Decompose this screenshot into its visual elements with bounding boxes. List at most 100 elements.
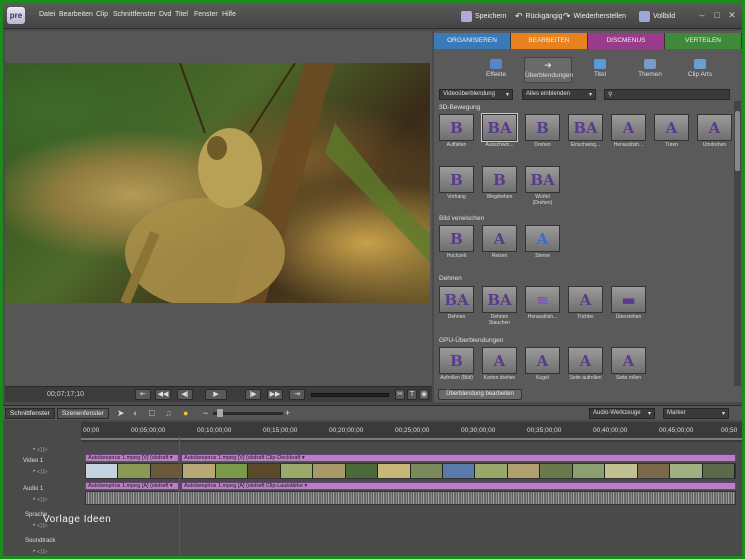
chevron-down-icon: ▾	[505, 92, 509, 98]
transition-item[interactable]: A Türen	[654, 114, 689, 148]
zoom-slider-thumb[interactable]	[217, 409, 223, 417]
smart-trim-icon[interactable]: ●	[183, 408, 188, 418]
split-clip-icon[interactable]: ✂	[395, 389, 405, 400]
audio-waveform[interactable]	[85, 491, 736, 505]
transition-item[interactable]: A Seite rollen	[611, 347, 646, 381]
transition-item[interactable]: B Aufrollen (Bild)	[439, 347, 474, 381]
undo-button[interactable]: ↶ Rückgängig	[515, 9, 563, 23]
transition-item[interactable]: A Trichter	[568, 286, 603, 326]
watermark-text: Vorlage Ideen	[43, 514, 112, 525]
transition-item[interactable]: A Kugel	[525, 347, 560, 381]
marker-icon[interactable]: □	[149, 408, 154, 418]
tab-organize[interactable]: ORGANISIEREN	[434, 33, 511, 49]
transition-item[interactable]: B Wegdrehen	[482, 166, 517, 206]
selection-tool-icon[interactable]: ➤	[117, 408, 125, 419]
transition-item[interactable]: BA Dehnen Stauchen	[482, 286, 517, 326]
audio-clip-header[interactable]: Autobeepirus 1.mpeg [A] (skdraft Clip-La…	[181, 482, 736, 490]
audio-mix-icon[interactable]: ♫	[165, 408, 172, 418]
edit-transition-button[interactable]: Überblendung bearbeiten	[438, 389, 522, 400]
frame-back-button[interactable]: ◀|	[177, 389, 193, 400]
fullscreen-button[interactable]: Vollbild	[639, 9, 675, 23]
transition-item[interactable]: ▬ Überziehen	[611, 286, 646, 326]
subtab-clip-arts[interactable]: Clip Arts	[678, 57, 722, 83]
go-to-end-button[interactable]: ⇥	[289, 389, 305, 400]
transition-thumbnail: A	[697, 114, 732, 141]
ruler-tick: 00;20;00;00	[329, 427, 364, 434]
transition-type-dropdown[interactable]: Videoüberblendung ▾	[439, 89, 513, 100]
track-label-audio1: Audio 1	[23, 486, 44, 492]
zoom-in-icon[interactable]: +	[285, 408, 290, 418]
zoom-out-icon[interactable]: −	[203, 408, 208, 418]
menu-window[interactable]: Fenster	[194, 11, 218, 18]
subtab-effects[interactable]: Effekte	[474, 57, 518, 83]
shuttle-slider[interactable]	[311, 393, 389, 397]
transition-item[interactable]: B Hochzeit	[439, 225, 474, 259]
step-forward-button[interactable]: ▶▶	[267, 389, 283, 400]
search-input[interactable]: ⚲	[604, 89, 730, 100]
transition-item[interactable]: B Auffalten	[439, 114, 474, 148]
subtab-transitions[interactable]: ➜ Überblendungen	[524, 57, 573, 83]
title-icon[interactable]: T	[407, 389, 417, 400]
transition-item[interactable]: BA Würfel (Drehen)	[525, 166, 560, 206]
transition-item[interactable]: A Seite aufrollen	[568, 347, 603, 381]
transition-item[interactable]: A Umdrehen	[697, 114, 732, 148]
tab-share[interactable]: VERTEILEN	[665, 33, 742, 49]
playhead[interactable]	[179, 436, 180, 556]
redo-button[interactable]: ↷ Wiederherstellen	[563, 9, 626, 23]
tab-timeline[interactable]: Schnittfenster	[5, 408, 55, 419]
frame-forward-button[interactable]: |▶	[245, 389, 261, 400]
menu-dvd[interactable]: Dvd	[159, 11, 171, 18]
audio-clip-header[interactable]: Autobeepirus 1.mpeg [A] (skdraft ▾	[85, 482, 179, 490]
smart-mix-icon[interactable]: ◐	[133, 408, 138, 418]
menu-timeline[interactable]: Schnittfenster	[113, 11, 156, 18]
transition-item[interactable]: BA Dehnen	[439, 286, 474, 326]
tab-edit[interactable]: BEARBEITEN	[511, 33, 588, 49]
subtab-themes[interactable]: Themen	[628, 57, 672, 83]
video-clip-header[interactable]: Autobeepirus 1.mpeg [V] (skdraft ▾	[85, 454, 179, 462]
category-3d-motion[interactable]: 3D-Bewegung	[439, 104, 480, 111]
minimize-icon[interactable]: –	[696, 9, 708, 21]
transition-item[interactable]: A Reisen	[482, 225, 517, 259]
menu-file[interactable]: Datei	[39, 11, 55, 18]
show-filter-dropdown[interactable]: Alles einblenden ▾	[522, 89, 596, 100]
category-image-mask[interactable]: Bild verwischen	[439, 215, 484, 222]
go-to-start-button[interactable]: ⇤	[135, 389, 151, 400]
panel-scrollbar-thumb[interactable]	[735, 111, 740, 171]
work-area-bar[interactable]	[81, 438, 742, 440]
tab-scene-line[interactable]: Szenenfenster	[57, 408, 109, 419]
tab-disc-menus[interactable]: DISCMENUS	[588, 33, 665, 49]
step-back-button[interactable]: ◀◀	[155, 389, 171, 400]
menu-help[interactable]: Hilfe	[222, 11, 236, 18]
video-clip-frames[interactable]	[85, 463, 736, 479]
menu-title[interactable]: Titel	[175, 11, 188, 18]
zoom-slider[interactable]	[213, 412, 283, 415]
video-clip-header[interactable]: Autobeepirus 1.mpeg [V] (skdraft Clip-De…	[181, 454, 736, 462]
close-icon[interactable]: ✕	[726, 9, 738, 21]
track-controls[interactable]: • ◁ ▷	[33, 548, 48, 555]
menu-edit[interactable]: Bearbeiten	[59, 11, 93, 18]
transition-item[interactable]: BA Einschwing...	[568, 114, 603, 148]
transition-grid: B Aufrollen (Bild) A Karten drehen A Kugel …	[439, 347, 646, 381]
subtab-titles[interactable]: Titel	[578, 57, 622, 83]
transition-item[interactable]: ≡ Herauslösh...	[525, 286, 560, 326]
time-ruler[interactable]: 00;00 00;05;00;00 00;10;00;00 00;15;00;0…	[81, 422, 742, 442]
menu-clip[interactable]: Clip	[96, 11, 108, 18]
transition-item[interactable]: A Herauslösh...	[611, 114, 646, 148]
track-controls[interactable]: • ◁ ▷	[33, 496, 48, 503]
transition-item[interactable]: BA Ausschwin...	[481, 113, 518, 148]
transition-item[interactable]: A Sterne	[525, 225, 560, 259]
track-controls[interactable]: • ◁ ▷	[33, 446, 48, 453]
transition-item[interactable]: A Karten drehen	[482, 347, 517, 381]
play-button[interactable]: ▶	[205, 389, 227, 400]
marker-dropdown[interactable]: Marker ▾	[663, 408, 729, 419]
category-stretch[interactable]: Dehnen	[439, 275, 462, 282]
ruler-tick: 00;15;00;00	[263, 427, 298, 434]
save-button[interactable]: Speichern	[461, 9, 507, 23]
category-gpu-transitions[interactable]: GPU-Überblendungen	[439, 337, 503, 344]
snapshot-icon[interactable]: ◉	[419, 389, 429, 400]
transition-item[interactable]: B Vorhang	[439, 166, 474, 206]
track-controls[interactable]: • ◁ ▷	[33, 468, 48, 475]
audio-tools-dropdown[interactable]: Audio-Werkzeuge ▾	[589, 408, 655, 419]
transition-item[interactable]: B Drehen	[525, 114, 560, 148]
maximize-icon[interactable]: □	[711, 9, 723, 21]
